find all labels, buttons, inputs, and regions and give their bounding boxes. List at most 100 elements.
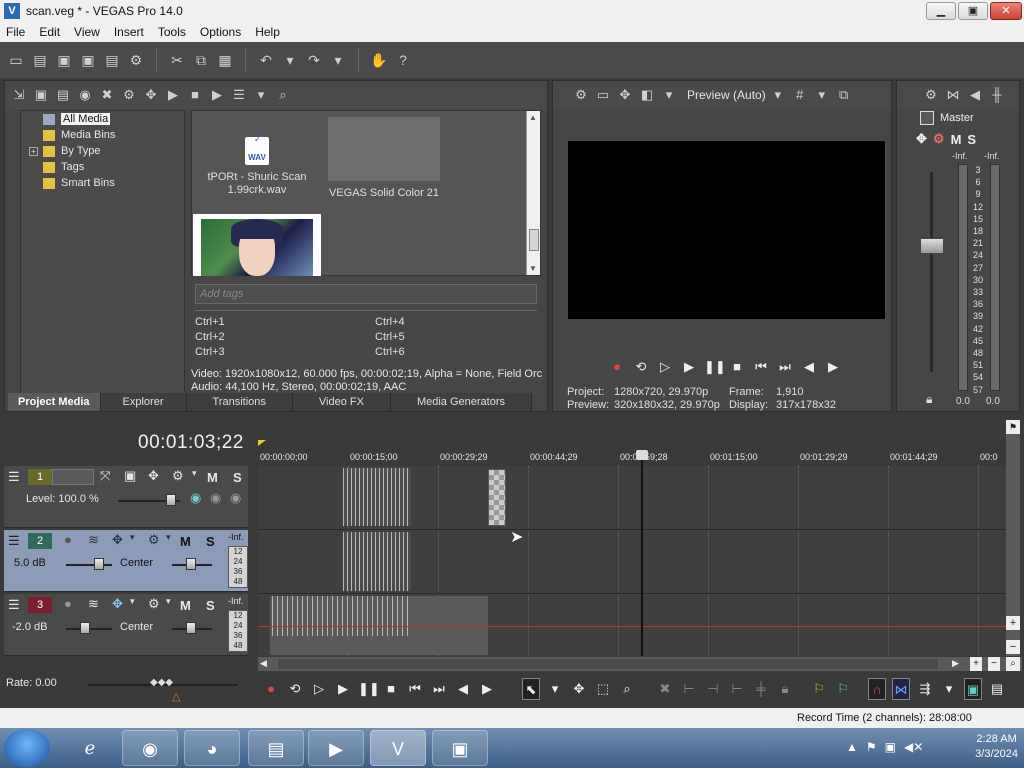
- menu-insert[interactable]: Insert: [114, 25, 144, 39]
- views-icon[interactable]: ☰: [229, 85, 249, 105]
- lock-icon[interactable]: 🔒︎: [926, 392, 932, 407]
- import-media-icon[interactable]: ⇲: [9, 85, 29, 105]
- track-fx-icon[interactable]: ✥: [112, 532, 123, 548]
- track-name-field[interactable]: [52, 469, 94, 485]
- track-fx-icon[interactable]: ✥: [148, 468, 159, 484]
- cut-icon[interactable]: ✂: [167, 50, 187, 70]
- overlays-icon[interactable]: #: [790, 85, 810, 105]
- master-pan-icon[interactable]: ✥: [916, 131, 927, 147]
- play-from-start-icon[interactable]: ▷: [310, 678, 328, 700]
- play-icon[interactable]: ▶: [163, 85, 183, 105]
- go-to-end-icon[interactable]: ⏭: [430, 678, 448, 700]
- track-motion-icon[interactable]: ▣: [124, 468, 136, 484]
- properties-gear-icon[interactable]: ⚙: [126, 50, 146, 70]
- track-minimize-icon[interactable]: ☰: [8, 533, 20, 549]
- scroll-right-icon[interactable]: ▶: [952, 658, 959, 669]
- volume-slider-track[interactable]: [66, 564, 112, 566]
- composite-mode-icon[interactable]: ⤧: [100, 468, 110, 484]
- track-fx-icon[interactable]: ✥: [112, 596, 123, 612]
- properties-dropdown-icon[interactable]: ▾: [166, 596, 171, 607]
- previous-frame-icon[interactable]: ◀: [800, 358, 818, 376]
- start-button[interactable]: [4, 729, 50, 767]
- record-icon[interactable]: ●: [262, 678, 280, 700]
- invert-phase-icon[interactable]: ≋: [88, 532, 99, 548]
- close-button[interactable]: ✕: [990, 2, 1022, 20]
- invert-phase-icon[interactable]: ≋: [88, 596, 99, 612]
- views-dropdown-icon[interactable]: ▾: [251, 85, 271, 105]
- media-item-video[interactable]: [193, 214, 321, 276]
- timeline-cursor[interactable]: [641, 455, 643, 656]
- add-tags-input[interactable]: Add tags: [195, 284, 537, 304]
- media-item-wav[interactable]: ♪ WAV tPORt - Shuric Scan 1.99crk.wav: [202, 130, 312, 197]
- timeline-ruler[interactable]: 00:00:00;00 00:00:15;00 00:00:29;29 00:0…: [258, 446, 1006, 466]
- audio-event-strip[interactable]: [343, 532, 411, 591]
- lock-envelopes-icon[interactable]: ▣: [964, 678, 982, 700]
- stop-icon[interactable]: ■: [185, 85, 205, 105]
- zoom-out-horizontal-icon[interactable]: −: [988, 657, 1000, 671]
- open-file-icon[interactable]: ▤: [30, 50, 50, 70]
- quality-dropdown-icon[interactable]: ▾: [768, 85, 788, 105]
- zoom-out-vertical-icon[interactable]: −: [1006, 640, 1020, 654]
- auto-ripple-icon[interactable]: ⇶: [916, 678, 934, 700]
- media-fx-icon[interactable]: ✥: [141, 85, 161, 105]
- trim-start-icon[interactable]: ⊣: [704, 678, 722, 700]
- preview-quality-select[interactable]: Preview (Auto): [687, 88, 766, 102]
- capture-icon[interactable]: ▣: [31, 85, 51, 105]
- go-to-end-icon[interactable]: ⏭: [776, 358, 794, 376]
- tab-explorer[interactable]: Explorer: [100, 393, 187, 411]
- volume-muted-icon[interactable]: ◀✕: [904, 740, 923, 754]
- track-properties-gear-icon[interactable]: ⚙: [148, 596, 160, 612]
- expand-icon[interactable]: +: [29, 146, 38, 156]
- region-insert-icon[interactable]: ⚐: [834, 678, 852, 700]
- pan-slider-knob[interactable]: [186, 558, 196, 570]
- mute-button[interactable]: M: [180, 598, 191, 613]
- copy-snapshot-icon[interactable]: ⧉: [834, 85, 854, 105]
- menu-help[interactable]: Help: [255, 25, 280, 39]
- go-to-start-icon[interactable]: ⏮: [406, 678, 424, 700]
- show-hidden-icons-icon[interactable]: ▲: [846, 740, 858, 754]
- tab-media-generators[interactable]: Media Generators: [390, 393, 532, 411]
- timeline-horizontal-scrollbar[interactable]: ◀ ▶ + − ⌕: [258, 657, 1022, 671]
- save-as-icon[interactable]: ▣: [78, 50, 98, 70]
- video-fx-icon[interactable]: ✥: [615, 85, 635, 105]
- tree-item-by-type[interactable]: + By Type: [21, 143, 184, 159]
- envelope-edit-tool-icon[interactable]: ✥: [570, 678, 588, 700]
- menu-edit[interactable]: Edit: [39, 25, 60, 39]
- media-player-icon[interactable]: ▶: [308, 730, 364, 766]
- master-fader-knob[interactable]: [920, 238, 944, 254]
- copy-icon[interactable]: ⧉: [191, 50, 211, 70]
- video-event-strip[interactable]: [343, 468, 411, 526]
- track-header-audio-2[interactable]: ☰ 2 ● ≋ ✥ ▾ ⚙ ▾ M S -Inf. 5.0 dB Center …: [4, 530, 248, 592]
- menu-file[interactable]: File: [6, 25, 25, 39]
- remove-icon[interactable]: ✖: [97, 85, 117, 105]
- tree-item-all-media[interactable]: All Media: [21, 111, 184, 127]
- properties-icon[interactable]: ⚙: [119, 85, 139, 105]
- zoom-edit-tool-icon[interactable]: ⌕: [618, 678, 636, 700]
- loop-playback-icon[interactable]: ⟲: [286, 678, 304, 700]
- track-header-video-1[interactable]: ☰ 1 ⤧ ▣ ✥ ⚙ ▾ M S Level: 100.0 % ◉ ◉ ◉: [4, 466, 248, 528]
- tab-transitions[interactable]: Transitions: [186, 393, 293, 411]
- playhead-handle[interactable]: [636, 450, 648, 460]
- compositing-child-icon[interactable]: ◉: [190, 490, 201, 506]
- pause-icon[interactable]: ❚❚: [704, 358, 726, 376]
- solid-color-event[interactable]: [488, 469, 506, 526]
- menu-options[interactable]: Options: [200, 25, 241, 39]
- level-slider-knob[interactable]: [166, 494, 176, 506]
- minimize-button[interactable]: ▁: [926, 2, 956, 20]
- selection-edit-tool-icon[interactable]: ⬚: [594, 678, 612, 700]
- pan-slider-knob[interactable]: [186, 622, 196, 634]
- tree-item-tags[interactable]: Tags: [21, 159, 184, 175]
- get-media-icon[interactable]: ▤: [53, 85, 73, 105]
- loop-icon[interactable]: ⟲: [632, 358, 650, 376]
- action-center-flag-icon[interactable]: ⚑: [866, 740, 877, 754]
- file-explorer-icon[interactable]: ▤: [248, 730, 304, 766]
- internet-explorer-icon[interactable]: ℯ: [62, 730, 118, 766]
- preview-properties-icon[interactable]: ⚙: [571, 85, 591, 105]
- master-mute-button[interactable]: M: [951, 132, 962, 147]
- auto-preview-icon[interactable]: ▶: [207, 85, 227, 105]
- previous-frame-icon[interactable]: ◀: [454, 678, 472, 700]
- volume-slider-knob[interactable]: [94, 558, 104, 570]
- stop-icon[interactable]: ■: [382, 678, 400, 700]
- menu-view[interactable]: View: [74, 25, 100, 39]
- fx-dropdown-icon[interactable]: ▾: [130, 532, 135, 543]
